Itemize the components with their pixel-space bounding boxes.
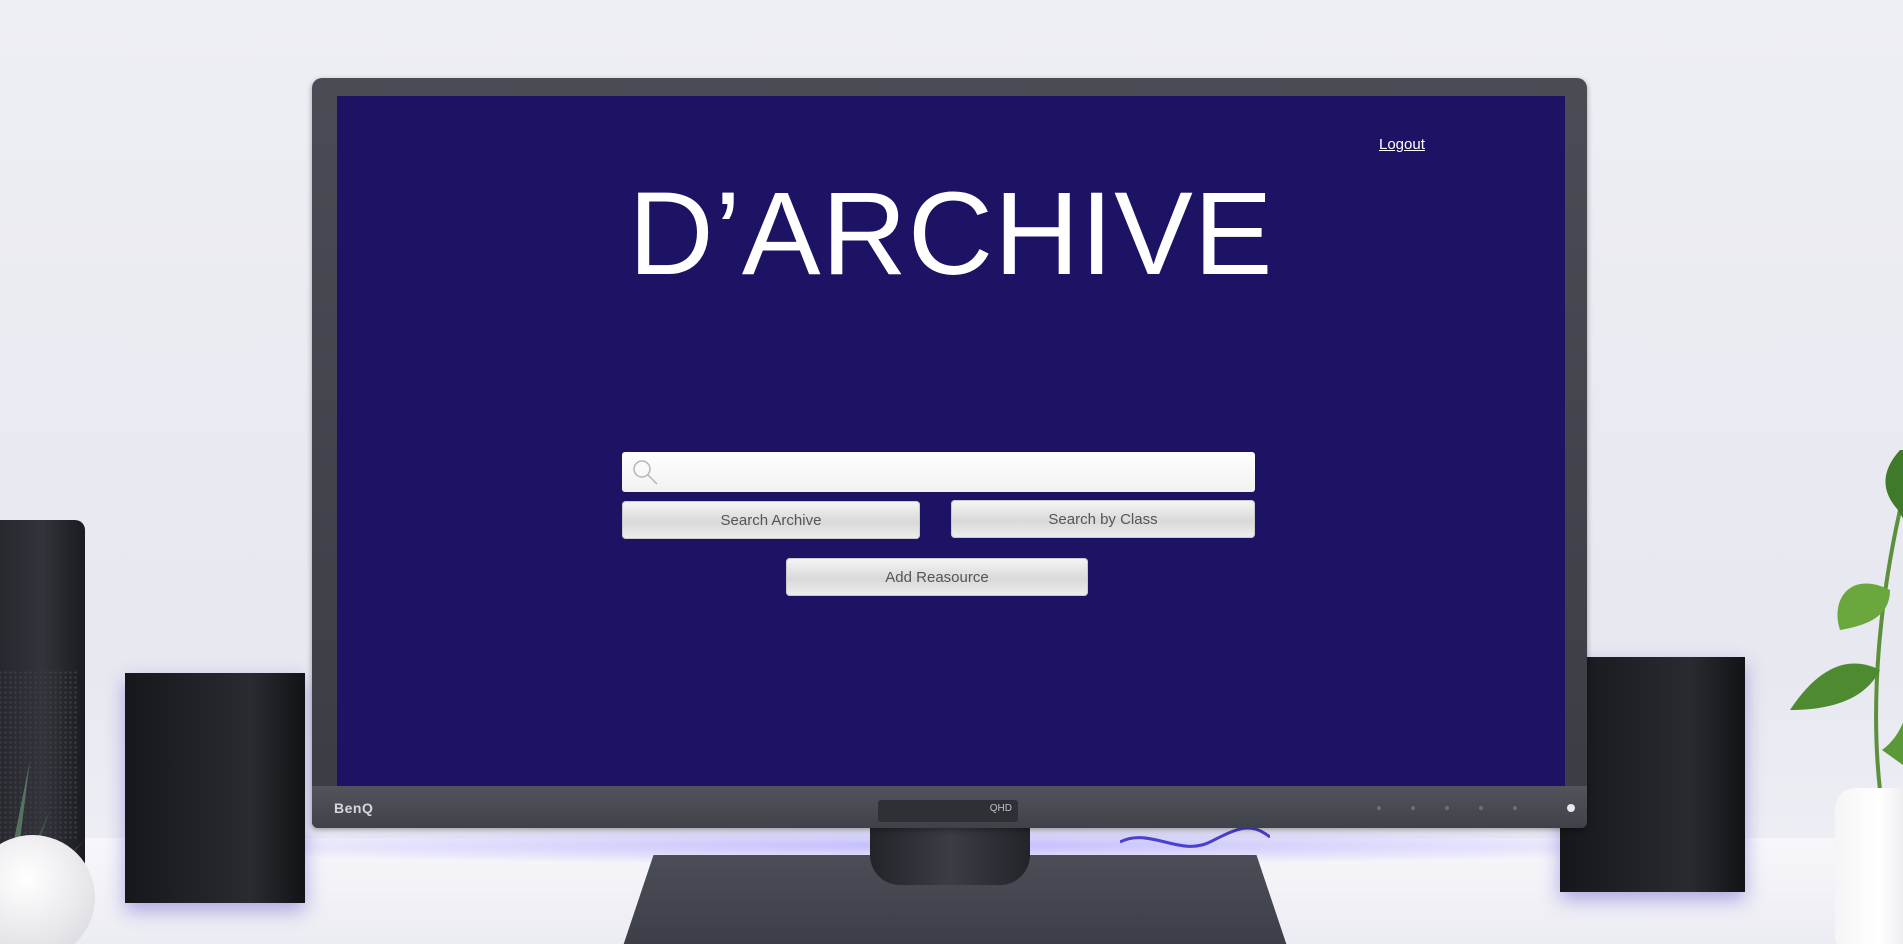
add-resource-button[interactable]: Add Reasource bbox=[786, 558, 1088, 596]
search-input[interactable] bbox=[660, 452, 1255, 492]
search-archive-button[interactable]: Search Archive bbox=[622, 501, 920, 539]
logout-link[interactable]: Logout bbox=[1379, 136, 1425, 153]
left-desk-speaker bbox=[125, 673, 305, 903]
monitor-bezel-bottom: BenQ QHD bbox=[312, 786, 1587, 828]
monitor-badge: QHD bbox=[989, 803, 1012, 814]
monitor-brand-logo: BenQ bbox=[334, 800, 374, 816]
search-bar[interactable] bbox=[622, 452, 1255, 492]
photo-scene: Logout D’ARCHIVE Search Archive Search b… bbox=[0, 0, 1903, 944]
right-desk-speaker bbox=[1560, 657, 1745, 892]
app-screen: Logout D’ARCHIVE Search Archive Search b… bbox=[337, 96, 1565, 786]
monitor-badge-plate: QHD bbox=[878, 800, 1018, 822]
power-led-icon bbox=[1567, 804, 1575, 812]
monitor: Logout D’ARCHIVE Search Archive Search b… bbox=[312, 78, 1587, 828]
monitor-stand-neck bbox=[870, 825, 1030, 885]
search-by-class-button[interactable]: Search by Class bbox=[951, 500, 1255, 538]
monitor-button-dot bbox=[1411, 806, 1415, 810]
monitor-button-dot bbox=[1445, 806, 1449, 810]
monitor-buttons bbox=[1377, 806, 1517, 810]
right-plant-pot bbox=[1835, 788, 1903, 944]
monitor-button-dot bbox=[1377, 806, 1381, 810]
monitor-button-dot bbox=[1513, 806, 1517, 810]
monitor-button-dot bbox=[1479, 806, 1483, 810]
search-icon bbox=[633, 460, 658, 485]
right-plant-icon bbox=[1790, 450, 1903, 791]
monitor-cable bbox=[1120, 826, 1270, 848]
app-title: D’ARCHIVE bbox=[628, 168, 1274, 300]
